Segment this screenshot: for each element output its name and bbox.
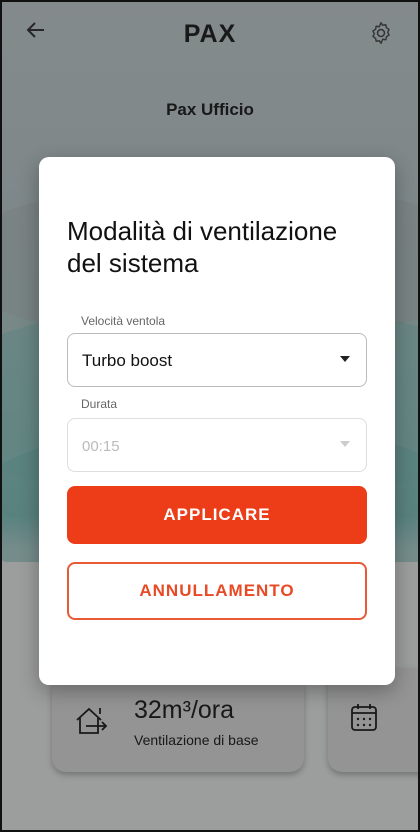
- ventilation-mode-dialog: Modalità di ventilazione del sistema Vel…: [39, 157, 395, 685]
- fan-speed-select[interactable]: Turbo boost: [67, 333, 367, 387]
- dialog-title: Modalità di ventilazione del sistema: [67, 216, 338, 278]
- duration-select[interactable]: 00:15: [67, 418, 367, 472]
- cancel-button[interactable]: ANNULLAMENTO: [67, 562, 367, 620]
- dropdown-caret-icon: [340, 356, 350, 362]
- duration-value: 00:15: [82, 438, 120, 455]
- fan-speed-label: Velocità ventola: [81, 314, 166, 328]
- app-screen: PAX Pax Ufficio 32m³/ora Ventilazione di…: [0, 0, 420, 832]
- apply-button[interactable]: APPLICARE: [67, 486, 367, 544]
- dropdown-caret-icon: [340, 441, 350, 447]
- duration-label: Durata: [81, 397, 118, 411]
- fan-speed-value: Turbo boost: [82, 351, 173, 370]
